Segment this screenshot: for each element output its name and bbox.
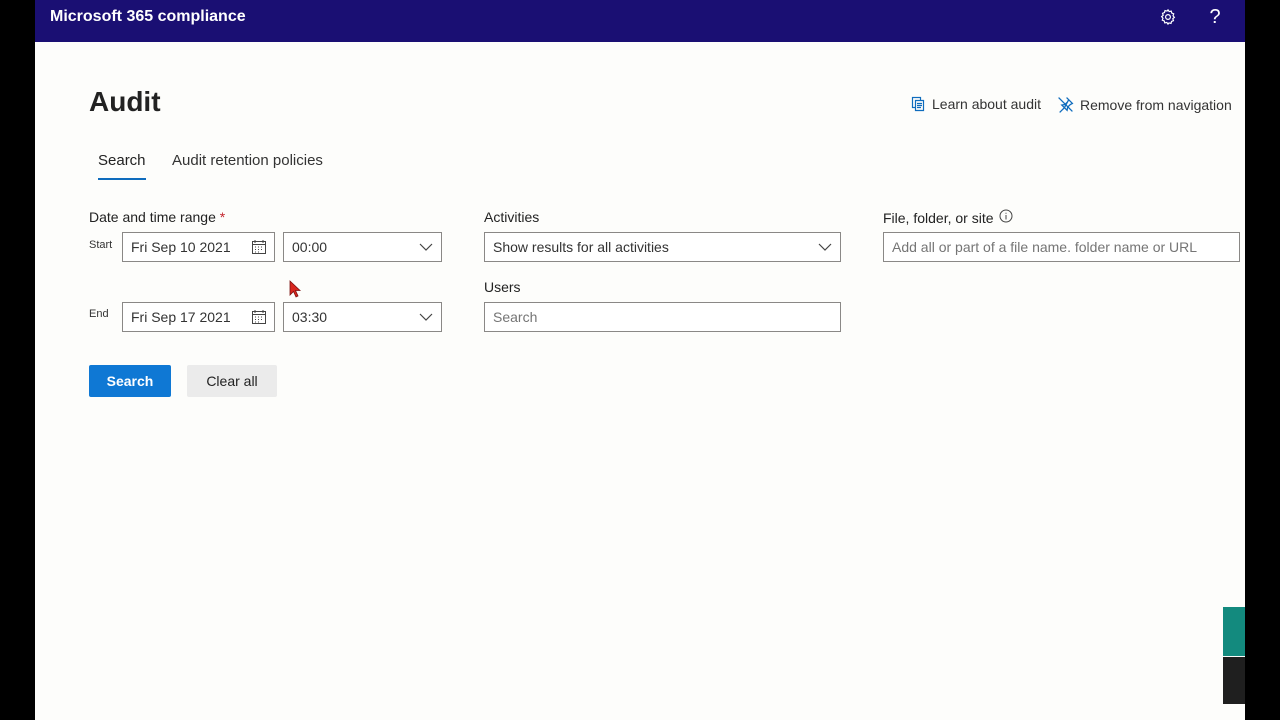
remove-from-navigation-link[interactable]: Remove from navigation: [1057, 96, 1232, 113]
required-mark: *: [219, 209, 226, 225]
activities-value: Show results for all activities: [493, 239, 669, 255]
end-date-value: Fri Sep 17 2021: [131, 309, 231, 325]
selected-tab-indicator: [98, 178, 146, 180]
help-chat-button[interactable]: [1223, 607, 1245, 656]
start-time-value: 00:00: [292, 239, 328, 255]
info-icon[interactable]: [999, 209, 1013, 226]
app-title[interactable]: Microsoft 365 compliance: [50, 8, 246, 26]
learn-about-audit-label: Learn about audit: [932, 96, 1041, 112]
help-icon[interactable]: ?: [1203, 6, 1227, 28]
remove-from-navigation-label: Remove from navigation: [1080, 96, 1232, 113]
chevron-down-icon: [411, 312, 441, 322]
file-folder-site-input[interactable]: [883, 232, 1240, 262]
gear-icon[interactable]: [1156, 6, 1180, 28]
document-icon: [910, 96, 926, 112]
users-label: Users: [484, 279, 521, 295]
file-folder-site-label: File, folder, or site: [883, 209, 1013, 226]
end-time-value: 03:30: [292, 309, 328, 325]
page-title: Audit: [89, 86, 161, 117]
unpin-icon: [1057, 96, 1074, 113]
start-label: Start: [89, 239, 113, 251]
end-date-picker[interactable]: Fri Sep 17 2021: [122, 302, 275, 332]
feedback-button[interactable]: [1223, 657, 1245, 704]
tab-audit-retention-policies[interactable]: Audit retention policies: [172, 152, 323, 169]
clear-all-button[interactable]: Clear all: [187, 365, 277, 397]
chevron-down-icon: [810, 242, 840, 252]
activities-dropdown[interactable]: Show results for all activities: [484, 232, 841, 262]
search-button[interactable]: Search: [89, 365, 171, 397]
calendar-icon[interactable]: [244, 239, 274, 255]
learn-about-audit-link[interactable]: Learn about audit: [910, 96, 1041, 112]
app-window: Microsoft 365 compliance ? Audit Learn a…: [35, 0, 1245, 720]
start-date-value: Fri Sep 10 2021: [131, 239, 231, 255]
users-search-input[interactable]: [484, 302, 841, 332]
start-time-dropdown[interactable]: 00:00: [283, 232, 442, 262]
activities-label: Activities: [484, 209, 540, 225]
date-time-range-label: Date and time range *: [89, 209, 225, 225]
end-label: End: [89, 308, 109, 320]
calendar-icon[interactable]: [244, 309, 274, 325]
chevron-down-icon: [411, 242, 441, 252]
date-time-range-text: Date and time range: [89, 209, 216, 225]
end-time-dropdown[interactable]: 03:30: [283, 302, 442, 332]
file-folder-site-text: File, folder, or site: [883, 209, 994, 226]
start-date-picker[interactable]: Fri Sep 10 2021: [122, 232, 275, 262]
tab-search[interactable]: Search: [98, 152, 146, 169]
top-bar: Microsoft 365 compliance ?: [35, 0, 1245, 42]
